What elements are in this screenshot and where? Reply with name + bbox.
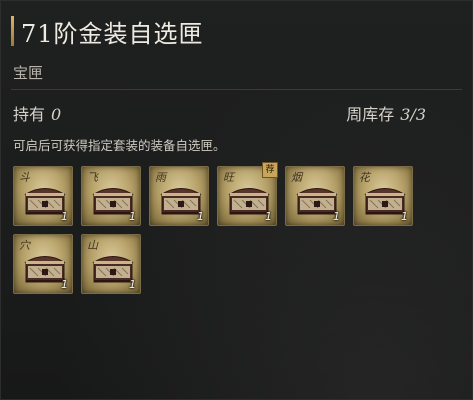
treasure-chest-icon: [24, 184, 66, 216]
item-grid: 斗 1飞 1雨 1旺 1荐烟 1花 1穴 1山 1: [13, 162, 433, 294]
item-quantity: 1: [333, 210, 340, 223]
item-set-mark: 雨: [155, 171, 166, 184]
held-value: 0: [51, 105, 62, 124]
weekly-stock: 周库存 3/3: [346, 101, 426, 125]
item-slot[interactable]: 飞 1: [81, 166, 141, 226]
recommend-badge: 荐: [262, 162, 278, 178]
divider: [11, 89, 462, 90]
item-description: 可启后可获得指定套装的装备自选匣。: [13, 138, 226, 153]
item-quantity: 1: [61, 278, 68, 291]
item-slot-wrapper: 穴 1: [13, 234, 73, 294]
held-count: 持有 0: [13, 101, 61, 125]
item-detail-panel: 71阶金装自选匣 宝匣 持有 0 周库存 3/3 可启后可获得指定套装的装备自选匣。…: [0, 0, 473, 400]
item-set-mark: 飞: [87, 171, 98, 184]
stock-label: 周库存: [346, 105, 395, 124]
item-slot[interactable]: 山 1: [81, 234, 141, 294]
item-slot-wrapper: 斗 1: [13, 166, 73, 226]
stock-value: 3/3: [400, 105, 426, 124]
item-slot[interactable]: 雨 1: [149, 166, 209, 226]
treasure-chest-icon: [364, 184, 406, 216]
item-slot[interactable]: 穴 1: [13, 234, 73, 294]
item-slot-wrapper: 烟 1: [285, 166, 345, 226]
treasure-chest-icon: [24, 252, 66, 284]
treasure-chest-icon: [92, 184, 134, 216]
item-set-mark: 斗: [19, 171, 30, 184]
item-set-mark: 烟: [291, 171, 302, 184]
item-slot-wrapper: 雨 1: [149, 166, 209, 226]
held-label: 持有: [13, 105, 46, 124]
item-quantity: 1: [61, 210, 68, 223]
item-quantity: 1: [197, 210, 204, 223]
item-set-mark: 旺: [223, 171, 234, 184]
item-slot[interactable]: 斗 1: [13, 166, 73, 226]
item-set-mark: 穴: [19, 239, 30, 252]
item-set-mark: 山: [87, 239, 98, 252]
item-category: 宝匣: [13, 64, 44, 82]
item-quantity: 1: [401, 210, 408, 223]
treasure-chest-icon: [160, 184, 202, 216]
title-row: 71阶金装自选匣: [11, 13, 204, 49]
item-set-mark: 花: [359, 171, 370, 184]
item-slot-wrapper: 花 1: [353, 166, 413, 226]
item-quantity: 1: [129, 210, 136, 223]
item-slot-wrapper: 旺 1 荐: [217, 162, 278, 226]
treasure-chest-icon: [92, 252, 134, 284]
item-title: 71阶金装自选匣: [21, 19, 204, 48]
item-quantity: 1: [129, 278, 136, 291]
treasure-chest-icon: [296, 184, 338, 216]
item-slot-wrapper: 飞 1: [81, 166, 141, 226]
item-slot-wrapper: 山 1: [81, 234, 141, 294]
item-slot[interactable]: 花 1: [353, 166, 413, 226]
title-accent-bar: [11, 16, 14, 46]
item-quantity: 1: [265, 210, 272, 223]
treasure-chest-icon: [228, 184, 270, 216]
item-slot[interactable]: 烟 1: [285, 166, 345, 226]
